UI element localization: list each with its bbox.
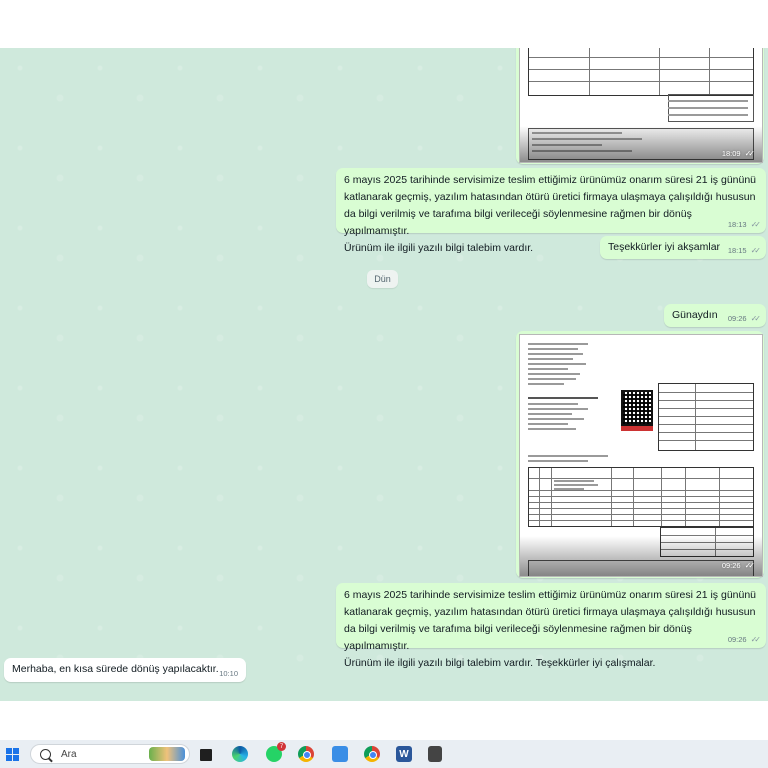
message-meta: 09:26 ✓✓ <box>727 314 762 323</box>
calculator-icon[interactable] <box>428 746 442 762</box>
invoice-image[interactable] <box>519 334 763 577</box>
outgoing-message[interactable]: Günaydın 09:26 ✓✓ <box>664 304 766 327</box>
message-text-line: 6 mayıs 2025 tarihinde servisimize tesli… <box>344 174 757 186</box>
message-text-line: katlanarak geçmiş, yazılım hatasından öt… <box>344 191 756 203</box>
message-text-line: katlanarak geçmiş, yazılım hatasından öt… <box>344 606 756 618</box>
notification-badge: 7 <box>277 742 286 751</box>
qr-code-image <box>621 390 653 426</box>
invoice-info-table <box>658 383 754 451</box>
invoice-items-table <box>528 467 754 527</box>
outgoing-message[interactable]: 6 mayıs 2025 tarihinde servisimize tesli… <box>336 583 766 669</box>
taskbar: Ara 7 W <box>0 740 768 768</box>
search-placeholder: Ara <box>61 748 77 760</box>
image-message[interactable]: 18:09 ✓✓ <box>516 48 764 164</box>
invoice-image[interactable] <box>519 48 763 163</box>
message-meta: 18:13 ✓✓ <box>727 220 762 229</box>
message-text-line: da bilgi verilmiş ve tarafıma bilgi veri… <box>344 623 692 652</box>
start-icon[interactable] <box>6 748 20 762</box>
message-text-line: Ürünüm ile ilgili yazılı bilgi talebim v… <box>344 657 656 669</box>
read-ticks-icon: ✓✓ <box>750 246 762 255</box>
message-time: 18:09 <box>721 149 741 158</box>
message-text-line: 6 mayıs 2025 tarihinde servisimize tesli… <box>344 589 757 601</box>
message-time: 09:26 <box>727 314 747 323</box>
message-time: 09:26 <box>727 635 747 644</box>
word-icon[interactable]: W <box>396 746 412 762</box>
message-time: 10:10 <box>219 669 238 678</box>
invoice-table <box>528 48 754 96</box>
read-ticks-icon: ✓✓ <box>744 561 756 570</box>
message-text-line: da bilgi verilmiş ve tarafıma bilgi veri… <box>344 208 692 237</box>
chrome-profile-icon[interactable] <box>364 746 380 762</box>
chat-area[interactable]: 18:09 ✓✓ 6 mayıs 2025 tarihinde servisim… <box>0 48 768 701</box>
notepad-icon[interactable] <box>332 746 348 762</box>
read-ticks-icon: ✓✓ <box>744 149 756 158</box>
search-icon <box>40 748 51 760</box>
message-meta: 09:26 ✓✓ <box>727 635 762 644</box>
outgoing-message[interactable]: 6 mayıs 2025 tarihinde servisimize tesli… <box>336 168 766 254</box>
date-separator: Dün <box>367 270 398 288</box>
message-meta: 09:26 ✓✓ <box>721 561 756 570</box>
message-time: 18:15 <box>727 246 747 255</box>
message-meta: 18:09 ✓✓ <box>721 149 756 158</box>
task-view-icon[interactable] <box>200 749 212 761</box>
message-text: Merhaba, en kısa sürede dönüş yapılacakt… <box>12 663 219 675</box>
message-time: 18:13 <box>727 220 747 229</box>
message-meta: 10:10 <box>219 669 238 678</box>
top-bar <box>0 0 768 48</box>
outgoing-message[interactable]: Teşekkürler iyi akşamlar 18:15 ✓✓ <box>600 236 766 259</box>
image-message[interactable]: 09:26 ✓✓ <box>516 331 764 578</box>
message-time: 09:26 <box>721 561 741 570</box>
read-ticks-icon: ✓✓ <box>750 635 762 644</box>
message-composer-area[interactable] <box>0 701 768 740</box>
read-ticks-icon: ✓✓ <box>750 220 762 229</box>
edge-icon[interactable] <box>232 746 248 762</box>
read-ticks-icon: ✓✓ <box>750 314 762 323</box>
incoming-message[interactable]: Merhaba, en kısa sürede dönüş yapılacakt… <box>4 658 246 682</box>
chrome-icon[interactable] <box>298 746 314 762</box>
widgets-icon[interactable] <box>149 747 185 761</box>
whatsapp-icon[interactable]: 7 <box>266 742 286 762</box>
taskbar-search[interactable]: Ara <box>30 744 190 764</box>
message-meta: 18:15 ✓✓ <box>727 246 762 255</box>
